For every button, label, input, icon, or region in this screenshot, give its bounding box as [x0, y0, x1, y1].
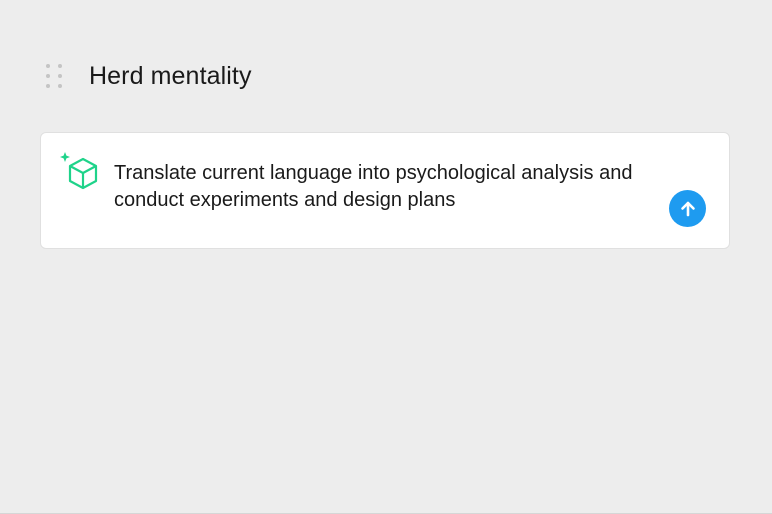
sparkle-cube-icon — [59, 151, 101, 191]
drag-handle-icon[interactable] — [44, 61, 66, 91]
prompt-text: Translate current language into psycholo… — [114, 162, 633, 211]
section-title: Herd mentality — [89, 61, 252, 90]
prompt-card: Translate current language into psycholo… — [40, 132, 730, 249]
section-header: Herd mentality — [44, 58, 252, 94]
arrow-up-icon — [680, 201, 695, 216]
send-button[interactable] — [669, 190, 706, 227]
